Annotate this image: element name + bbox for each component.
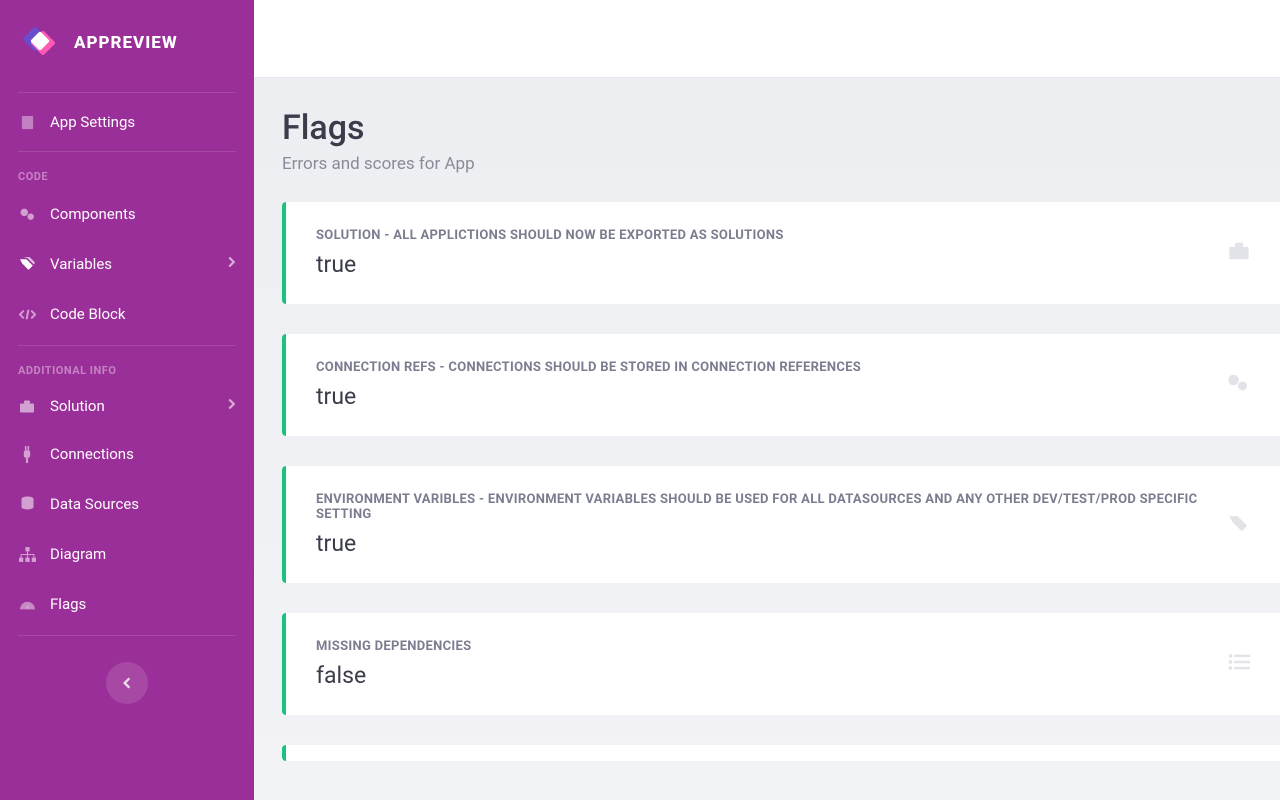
database-icon — [18, 495, 36, 513]
dashboard-icon — [18, 595, 36, 613]
flag-card-solution: SOLUTION - ALL APPLICTIONS SHOULD NOW BE… — [282, 202, 1280, 304]
nav-divider — [18, 345, 236, 346]
flag-card-missing-dependencies: MISSING DEPENDENCIES false — [282, 613, 1280, 715]
file-icon — [18, 113, 36, 131]
sidebar-item-label: Code Block — [50, 305, 236, 323]
sidebar-item-solution[interactable]: Solution — [0, 383, 254, 429]
sidebar-item-components[interactable]: Components — [0, 189, 254, 239]
page-subtitle: Errors and scores for App — [282, 154, 1280, 174]
chevron-right-icon — [227, 397, 236, 415]
flag-label: SOLUTION - ALL APPLICTIONS SHOULD NOW BE… — [316, 228, 1212, 243]
brand: APPREVIEW — [0, 0, 254, 86]
content: Flags Errors and scores for App SOLUTION… — [254, 78, 1280, 800]
sidebar-item-label: Components — [50, 205, 236, 223]
nav-divider — [18, 92, 236, 93]
collapse-sidebar-button[interactable] — [106, 662, 148, 704]
sidebar-item-data-sources[interactable]: Data Sources — [0, 479, 254, 529]
sidebar-item-variables[interactable]: Variables — [0, 239, 254, 289]
sidebar-item-diagram[interactable]: Diagram — [0, 529, 254, 579]
list-icon — [1228, 653, 1250, 675]
nav-section-additional: ADDITIONAL INFO — [0, 352, 254, 383]
page-title: Flags — [282, 108, 1280, 148]
tags-icon — [18, 255, 36, 273]
code-icon — [18, 305, 36, 323]
flag-value: true — [316, 251, 1212, 278]
briefcase-icon — [18, 397, 36, 415]
nav-divider — [18, 635, 236, 636]
brand-title: APPREVIEW — [74, 33, 178, 53]
flag-label: CONNECTION REFS - CONNECTIONS SHOULD BE … — [316, 360, 1210, 375]
sidebar-item-label: Connections — [50, 445, 236, 463]
main: Flags Errors and scores for App SOLUTION… — [254, 0, 1280, 800]
flag-card-connection-refs: CONNECTION REFS - CONNECTIONS SHOULD BE … — [282, 334, 1280, 436]
tag-icon — [1228, 512, 1250, 538]
sidebar-item-connections[interactable]: Connections — [0, 429, 254, 479]
flag-label: ENVIRONMENT VARIBLES - ENVIRONMENT VARIA… — [316, 492, 1212, 522]
gears-icon — [18, 205, 36, 223]
nav-divider — [18, 151, 236, 152]
sidebar-item-label: Variables — [50, 255, 213, 273]
sidebar: APPREVIEW App Settings CODE Components V… — [0, 0, 254, 800]
flag-card-environment-variables: ENVIRONMENT VARIBLES - ENVIRONMENT VARIA… — [282, 466, 1280, 583]
gears-icon — [1226, 371, 1250, 399]
flag-label: MISSING DEPENDENCIES — [316, 639, 1212, 654]
sidebar-item-label: Solution — [50, 397, 213, 415]
sidebar-item-app-settings[interactable]: App Settings — [0, 99, 254, 145]
brand-logo-icon — [20, 24, 58, 62]
chevron-left-icon — [122, 676, 132, 690]
sidebar-item-label: Diagram — [50, 545, 236, 563]
topbar — [254, 0, 1280, 78]
flag-card-partial — [282, 745, 1280, 761]
nav-section-code: CODE — [0, 158, 254, 189]
sidebar-item-flags[interactable]: Flags — [0, 579, 254, 629]
sitemap-icon — [18, 545, 36, 563]
flag-value: false — [316, 662, 1212, 689]
chevron-right-icon — [227, 255, 236, 273]
flag-value: true — [316, 383, 1210, 410]
plug-icon — [18, 445, 36, 463]
flag-value: true — [316, 530, 1212, 557]
sidebar-item-code-block[interactable]: Code Block — [0, 289, 254, 339]
sidebar-item-label: Flags — [50, 595, 236, 613]
briefcase-icon — [1228, 241, 1250, 265]
sidebar-item-label: App Settings — [50, 113, 236, 131]
sidebar-item-label: Data Sources — [50, 495, 236, 513]
